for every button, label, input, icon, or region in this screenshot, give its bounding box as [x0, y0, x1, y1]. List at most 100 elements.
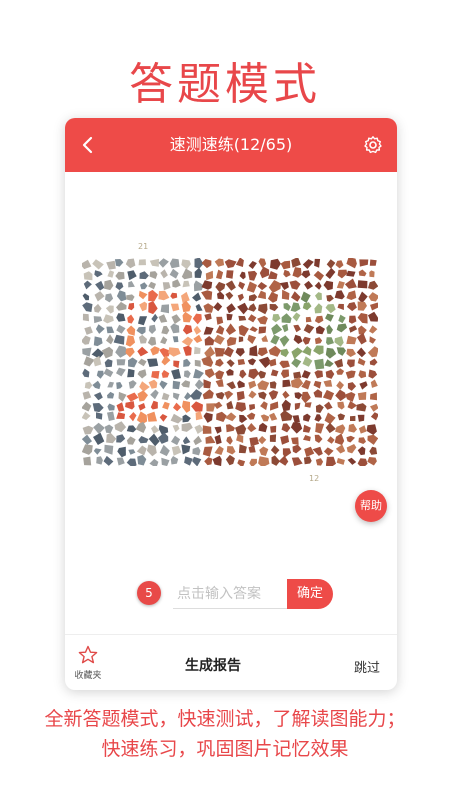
- plate-tile: [128, 281, 135, 288]
- plate-tile: [206, 403, 216, 412]
- plate-tile: [183, 370, 191, 379]
- plate-tile: [292, 267, 302, 278]
- plate-tile: [359, 259, 369, 267]
- plate-tile: [194, 424, 204, 434]
- plate-tile: [161, 392, 170, 401]
- plate-tile: [337, 303, 344, 310]
- plate-tile: [249, 404, 256, 411]
- plate-tile: [281, 423, 291, 433]
- plate-tile: [270, 401, 279, 411]
- plate-tile: [239, 414, 248, 423]
- skip-button[interactable]: 跳过: [354, 657, 380, 676]
- plate-tile: [181, 259, 191, 270]
- plate-tile: [356, 403, 367, 412]
- plate-tile: [238, 444, 247, 454]
- plate-tile: [282, 390, 290, 399]
- generate-report-button[interactable]: 生成报告: [185, 655, 241, 675]
- plate-tile: [257, 347, 268, 357]
- plate-tile: [346, 359, 355, 368]
- plate-tile: [291, 437, 299, 445]
- plate-tile: [281, 313, 292, 324]
- plate-tile: [215, 358, 224, 367]
- plate-tile: [93, 392, 103, 401]
- plate-tile: [280, 369, 290, 379]
- plate-tile: [257, 370, 267, 379]
- plate-tile: [215, 281, 226, 293]
- plate-tile: [92, 403, 104, 413]
- plate-tile: [336, 458, 345, 465]
- plate-tile: [118, 391, 127, 402]
- plate-tile: [184, 456, 193, 466]
- plate-tile: [127, 270, 137, 281]
- plate-tile: [116, 359, 126, 366]
- plate-tile: [257, 282, 268, 291]
- plate-tile: [291, 347, 303, 360]
- plate-tile: [225, 291, 234, 300]
- plate-tile: [126, 294, 135, 301]
- plate-tile: [358, 425, 367, 434]
- plate-tile: [137, 454, 147, 466]
- plate-tile: [193, 325, 202, 335]
- plate-tile: [139, 271, 149, 280]
- plate-tile: [127, 368, 135, 378]
- plate-tile: [158, 314, 168, 323]
- plate-tile: [168, 347, 181, 357]
- plate-tile: [369, 336, 376, 344]
- plate-tile: [369, 358, 378, 366]
- plate-tile: [270, 425, 277, 433]
- plate-tile: [192, 292, 202, 302]
- plate-tile: [80, 259, 92, 270]
- plate-tile: [314, 303, 323, 314]
- plate-tile: [268, 280, 281, 293]
- help-button[interactable]: 帮助: [355, 490, 387, 522]
- plate-tile: [368, 369, 378, 379]
- gear-icon[interactable]: [363, 135, 383, 155]
- plate-tile: [161, 370, 170, 378]
- plate-tile: [302, 424, 311, 433]
- plate-tile: [95, 280, 105, 291]
- plate-tile: [146, 444, 157, 457]
- plate-tile: [337, 413, 346, 421]
- plate-tile: [271, 323, 283, 335]
- plate-tile: [259, 266, 270, 279]
- plate-tile: [81, 401, 92, 412]
- plate-tile: [314, 337, 323, 345]
- plate-tile: [107, 411, 115, 421]
- plate-tile: [173, 392, 180, 401]
- plate-tile: [225, 280, 236, 291]
- plate-tile: [248, 294, 258, 302]
- plate-tile: [367, 457, 377, 466]
- plate-tile: [305, 316, 312, 323]
- plate-tile: [182, 436, 191, 445]
- plate-tile: [82, 425, 94, 435]
- plate-tile: [236, 434, 244, 443]
- plate-tile: [104, 424, 114, 434]
- plate-tile: [283, 303, 291, 311]
- plate-tile: [303, 456, 312, 465]
- plate-tile: [368, 311, 379, 322]
- plate-tile: [103, 455, 114, 466]
- plate-tile: [292, 312, 301, 322]
- app-screen: 速测速练(12/65) 21 12 帮助 5 确定 收藏夹 生成报告 跳过: [65, 118, 397, 690]
- plate-tile: [248, 261, 257, 269]
- plate-tile: [325, 347, 337, 359]
- answer-input[interactable]: [173, 580, 295, 609]
- confirm-button[interactable]: 确定: [287, 579, 333, 609]
- plate-tile: [260, 414, 270, 422]
- plate-tile: [181, 380, 191, 388]
- plate-tile: [257, 315, 268, 325]
- plate-tile: [82, 313, 89, 322]
- plate-tile: [202, 446, 213, 457]
- plate-tile: [269, 381, 277, 389]
- plate-tile: [216, 316, 224, 325]
- plate-tile: [270, 258, 281, 270]
- plate-tile: [337, 401, 345, 410]
- plate-tile: [249, 437, 259, 447]
- plate-tile: [239, 369, 247, 379]
- plate-tile: [103, 314, 114, 324]
- plate-tile: [93, 303, 102, 313]
- plate-tile: [357, 446, 366, 456]
- plate-tile: [93, 448, 102, 455]
- favorites-button[interactable]: 收藏夹: [71, 645, 105, 681]
- plate-tile: [116, 382, 123, 390]
